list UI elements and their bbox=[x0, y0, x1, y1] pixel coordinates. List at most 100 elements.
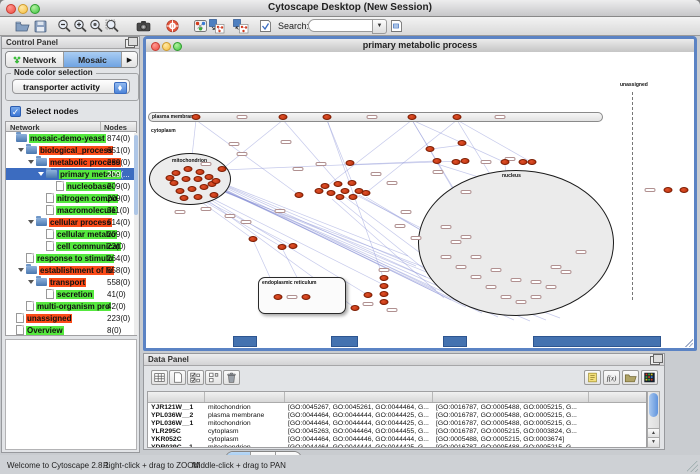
network-window-titlebar[interactable]: primary metabolic process bbox=[146, 39, 694, 53]
network-node[interactable] bbox=[184, 166, 193, 172]
tree-row[interactable]: metabolic process 280(0) bbox=[6, 156, 136, 168]
float-data-panel-icon[interactable] bbox=[650, 356, 660, 365]
snapshot-camera-icon[interactable] bbox=[135, 18, 152, 34]
network-node[interactable] bbox=[192, 114, 201, 120]
network-node[interactable] bbox=[336, 194, 345, 200]
tab-mosaic[interactable]: Mosaic bbox=[64, 52, 122, 67]
tree-row[interactable]: transport 558(0) bbox=[6, 276, 136, 288]
delete-attribute-icon[interactable] bbox=[223, 370, 240, 385]
network-node[interactable] bbox=[196, 169, 205, 175]
float-panel-icon[interactable] bbox=[125, 39, 135, 48]
unselect-attributes-icon[interactable] bbox=[205, 370, 222, 385]
network-canvas[interactable]: plasma membrane cytoplasm mitochondrion … bbox=[146, 52, 694, 348]
network-node[interactable] bbox=[664, 187, 673, 193]
network-node[interactable] bbox=[302, 294, 311, 300]
column-header[interactable] bbox=[285, 392, 433, 402]
tree-row[interactable]: secretion 41(0) bbox=[6, 288, 136, 300]
birdseye-view[interactable] bbox=[5, 339, 137, 450]
table-row[interactable]: YLR295C cytoplasm [GO:0045263, GO:004446… bbox=[148, 427, 646, 435]
table-row[interactable]: YKR052C cytoplasm [GO:0044464, GO:004444… bbox=[148, 435, 646, 443]
zoom-selected-icon[interactable] bbox=[104, 18, 121, 34]
tree-scrollbar[interactable] bbox=[134, 133, 138, 335]
network-node[interactable] bbox=[408, 114, 417, 120]
network-node[interactable] bbox=[349, 194, 358, 200]
expand-triangle-icon[interactable] bbox=[38, 172, 44, 176]
network-node[interactable] bbox=[182, 176, 191, 182]
zoom-out-icon[interactable] bbox=[56, 18, 73, 34]
network-node[interactable] bbox=[461, 158, 470, 164]
network-node[interactable] bbox=[212, 178, 221, 184]
search-dropdown-button[interactable]: ▼ bbox=[372, 19, 387, 34]
scroll-down-button[interactable]: ▼ bbox=[648, 437, 659, 447]
network-node[interactable] bbox=[295, 192, 304, 198]
table-row[interactable]: YPL036W__1 mitochondrion [GO:0044464, GO… bbox=[148, 419, 646, 427]
network-node[interactable] bbox=[188, 186, 197, 192]
network-node[interactable] bbox=[501, 159, 510, 165]
network-node[interactable] bbox=[279, 114, 288, 120]
expand-triangle-icon[interactable] bbox=[18, 148, 24, 152]
column-header[interactable] bbox=[205, 392, 285, 402]
table-row[interactable]: YPL036W__2 plasma membrane [GO:0044464, … bbox=[148, 411, 646, 419]
expand-triangle-icon[interactable] bbox=[18, 268, 24, 272]
network-node[interactable] bbox=[278, 244, 287, 250]
network-node[interactable] bbox=[274, 294, 283, 300]
view-resize-grip[interactable] bbox=[684, 338, 693, 347]
node-color-dropdown[interactable]: transporter activity bbox=[12, 79, 130, 94]
network-node[interactable] bbox=[176, 188, 185, 194]
tree-row[interactable]: nitrogen compo 209(0) bbox=[6, 192, 136, 204]
tree-row[interactable]: mosaic-demo-yeast 874(0) bbox=[6, 132, 136, 144]
attribute-table-icon[interactable] bbox=[151, 370, 168, 385]
expand-triangle-icon[interactable] bbox=[28, 280, 34, 284]
expand-triangle-icon[interactable] bbox=[28, 220, 34, 224]
tree-row[interactable]: nucleobase- 209(0) bbox=[6, 180, 136, 192]
network-node[interactable] bbox=[519, 159, 528, 165]
import-attributes-icon[interactable] bbox=[622, 370, 639, 385]
network-node[interactable] bbox=[180, 195, 189, 201]
network-node[interactable] bbox=[528, 159, 537, 165]
zoom-in-icon[interactable] bbox=[72, 18, 89, 34]
nucleus-region[interactable] bbox=[418, 170, 614, 316]
search-config-icon[interactable] bbox=[388, 18, 405, 34]
network-node[interactable] bbox=[680, 187, 689, 193]
network-node[interactable] bbox=[380, 299, 389, 305]
new-attribute-icon[interactable] bbox=[169, 370, 186, 385]
tree-row[interactable]: unassigned 223(0) bbox=[6, 312, 136, 324]
network-node[interactable] bbox=[362, 190, 371, 196]
tab-network[interactable]: Network bbox=[6, 52, 64, 67]
create-view-icon[interactable] bbox=[208, 18, 225, 34]
select-nodes-checkbox[interactable]: ✓ bbox=[10, 106, 21, 117]
destroy-view-icon[interactable] bbox=[232, 18, 249, 34]
network-node[interactable] bbox=[323, 114, 332, 120]
table-row[interactable]: YJR121W__1 mitochondrion [GO:0045267, GO… bbox=[148, 403, 646, 411]
network-node[interactable] bbox=[334, 181, 343, 187]
network-node[interactable] bbox=[289, 243, 298, 249]
tree-row[interactable]: biological_process 651(0) bbox=[6, 144, 136, 156]
network-node[interactable] bbox=[453, 114, 462, 120]
tree-row[interactable]: macromolecule 311(0) bbox=[6, 204, 136, 216]
network-node[interactable] bbox=[380, 283, 389, 289]
network-node[interactable] bbox=[351, 305, 360, 311]
network-node[interactable] bbox=[458, 140, 467, 146]
search-input[interactable] bbox=[308, 19, 376, 32]
zoom-fit-icon[interactable] bbox=[88, 18, 105, 34]
column-header[interactable] bbox=[148, 392, 205, 402]
expand-triangle-icon[interactable] bbox=[28, 160, 34, 164]
tree-row[interactable]: response to stimulu 264(0) bbox=[6, 252, 136, 264]
more-tabs-button[interactable]: ▶ bbox=[122, 52, 137, 67]
network-node[interactable] bbox=[348, 180, 357, 186]
network-node[interactable] bbox=[426, 146, 435, 152]
network-node[interactable] bbox=[433, 158, 442, 164]
scrollbar-thumb[interactable] bbox=[649, 393, 658, 417]
network-node[interactable] bbox=[380, 275, 389, 281]
network-node[interactable] bbox=[452, 159, 461, 165]
heatmap-icon[interactable] bbox=[641, 370, 658, 385]
network-node[interactable] bbox=[218, 166, 227, 172]
column-header[interactable] bbox=[433, 392, 589, 402]
network-node[interactable] bbox=[364, 292, 373, 298]
network-node[interactable] bbox=[166, 175, 175, 181]
network-node[interactable] bbox=[346, 160, 355, 166]
tree-row[interactable]: primary metabo 209(... bbox=[6, 168, 136, 180]
formula-builder-icon[interactable]: f(x) bbox=[603, 370, 620, 385]
network-node[interactable] bbox=[327, 190, 336, 196]
table-row[interactable]: YDR039C__1 mitochondrion [GO:0044464, GO… bbox=[148, 443, 646, 448]
